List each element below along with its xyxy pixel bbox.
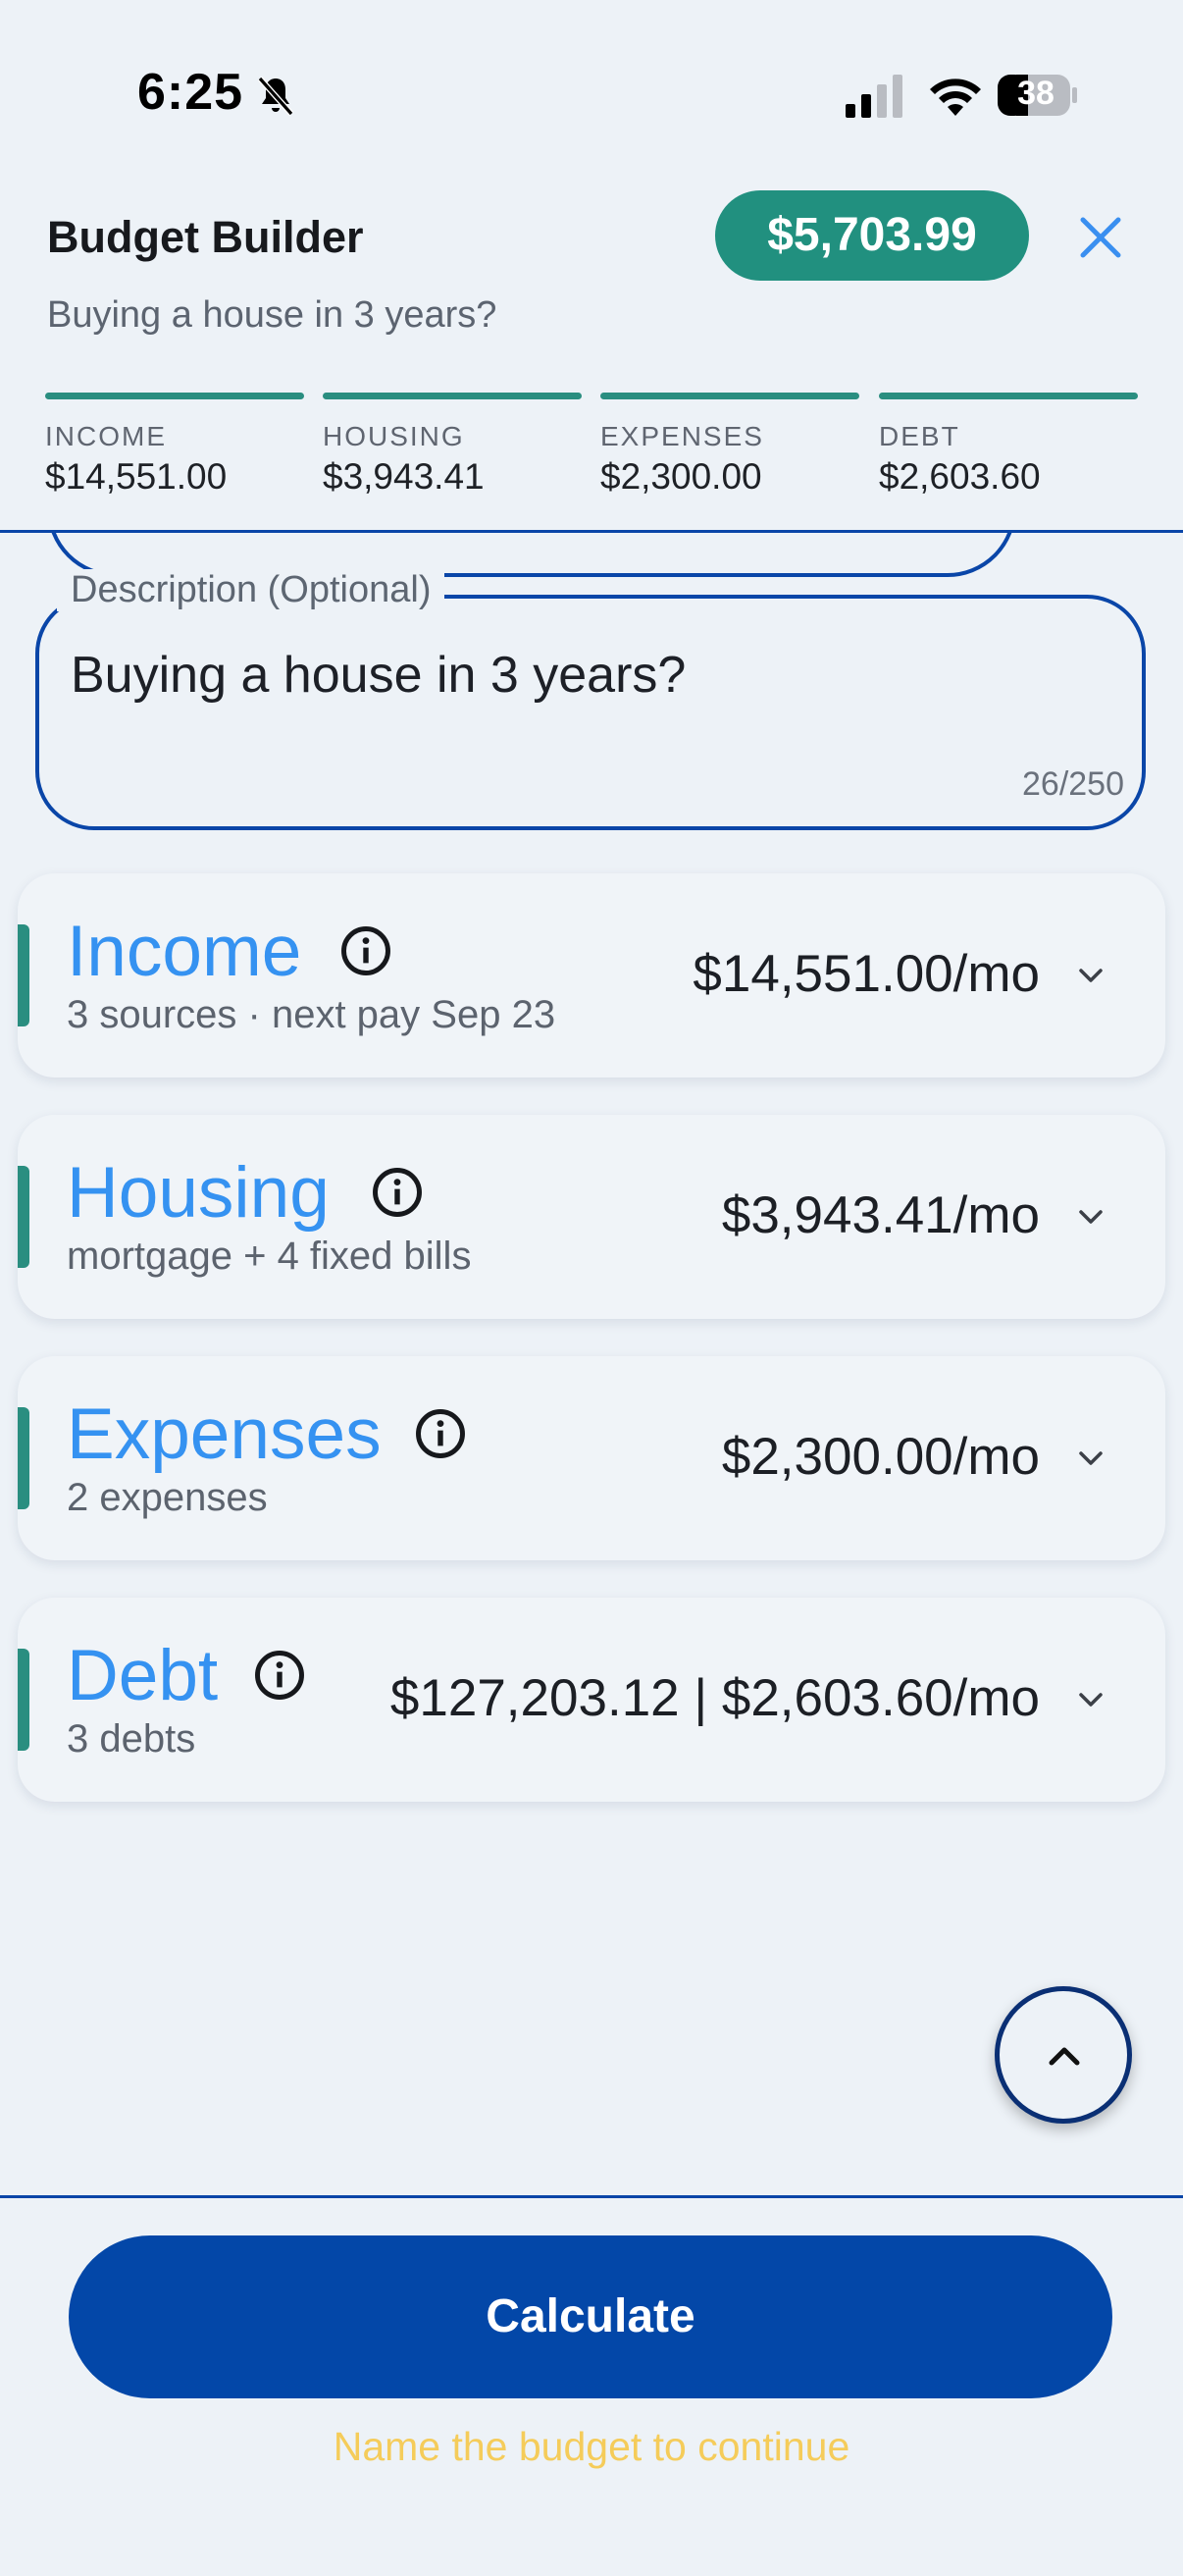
section-amount: $127,203.12 | $2,603.60/mo: [389, 1669, 1040, 1727]
section-subtitle: 3 sources · next pay Sep 23: [67, 993, 556, 1036]
summary-label: EXPENSES: [600, 421, 764, 451]
chevron-down-icon[interactable]: [1071, 956, 1110, 995]
card-accent: [18, 1407, 29, 1509]
bell-muted-icon: [257, 77, 294, 116]
section-card-housing[interactable]: Housing mortgage + 4 fixed bills $3,943.…: [18, 1115, 1165, 1319]
summary-bar: [323, 393, 582, 399]
section-subtitle: 3 debts: [67, 1717, 196, 1761]
description-input-value[interactable]: Buying a house in 3 years?: [71, 646, 686, 705]
section-title: Expenses: [67, 1394, 382, 1474]
section-title: Income: [67, 912, 302, 991]
summary-income: INCOME $14,551.00: [45, 393, 304, 498]
close-icon[interactable]: [1069, 206, 1132, 269]
card-accent: [18, 1166, 29, 1268]
character-counter: 26/250: [1022, 765, 1124, 803]
summary-housing: HOUSING $3,943.41: [323, 393, 582, 498]
summary-bar: [879, 393, 1138, 399]
section-subtitle: 2 expenses: [67, 1476, 268, 1519]
card-accent: [18, 924, 29, 1026]
description-label: Description (Optional): [57, 569, 445, 611]
section-amount: $2,300.00/mo: [721, 1428, 1040, 1486]
page-title: Budget Builder: [47, 212, 364, 262]
section-amount: $14,551.00/mo: [693, 945, 1040, 1003]
summary-value: $2,300.00: [600, 456, 762, 497]
calculate-button[interactable]: Calculate: [69, 2235, 1112, 2398]
description-field[interactable]: [35, 595, 1146, 830]
cellular-signal-icon: [846, 75, 902, 118]
status-bar: 6:25 38: [0, 0, 1183, 186]
section-subtitle: mortgage + 4 fixed bills: [67, 1235, 472, 1278]
section-card-income[interactable]: Income 3 sources · next pay Sep 23 $14,5…: [18, 873, 1165, 1078]
chevron-up-icon: [1049, 2047, 1080, 2066]
budget-header: Budget Builder Buying a house in 3 years…: [0, 186, 1183, 533]
info-icon[interactable]: [371, 1166, 424, 1219]
footer: Calculate Name the budget to continue: [0, 2195, 1183, 2576]
section-card-debt[interactable]: Debt 3 debts $127,203.12 | $2,603.60/mo: [18, 1598, 1165, 1802]
summary-label: INCOME: [45, 421, 167, 451]
summary-value: $3,943.41: [323, 456, 485, 497]
card-accent: [18, 1649, 29, 1751]
info-icon[interactable]: [253, 1649, 306, 1702]
section-title: Housing: [67, 1153, 330, 1233]
summary-value: $2,603.60: [879, 456, 1041, 497]
scroll-content[interactable]: Description (Optional) Buying a house in…: [0, 530, 1183, 2196]
section-amount: $3,943.41/mo: [721, 1186, 1040, 1244]
info-icon[interactable]: [339, 924, 392, 977]
summary-bar: [45, 393, 304, 399]
scroll-to-top-button[interactable]: [995, 1986, 1132, 2124]
chevron-down-icon[interactable]: [1071, 1439, 1110, 1478]
summary-bar: [600, 393, 859, 399]
chevron-down-icon[interactable]: [1071, 1680, 1110, 1719]
chevron-down-icon[interactable]: [1071, 1197, 1110, 1236]
summary-expenses: EXPENSES $2,300.00: [600, 393, 859, 498]
summary-label: HOUSING: [323, 421, 465, 451]
page-subtitle: Buying a house in 3 years?: [47, 294, 497, 336]
battery-level: 38: [1017, 75, 1054, 112]
validation-hint: Name the budget to continue: [333, 2424, 850, 2469]
wifi-icon: [930, 79, 981, 116]
section-title: Debt: [67, 1636, 219, 1715]
status-time: 6:25: [137, 64, 244, 121]
info-icon[interactable]: [414, 1407, 467, 1460]
summary-label: DEBT: [879, 421, 960, 451]
summary-value: $14,551.00: [45, 456, 228, 497]
summary-debt: DEBT $2,603.60: [879, 393, 1138, 498]
section-card-expenses[interactable]: Expenses 2 expenses $2,300.00/mo: [18, 1356, 1165, 1560]
total-badge: $5,703.99: [715, 190, 1029, 281]
